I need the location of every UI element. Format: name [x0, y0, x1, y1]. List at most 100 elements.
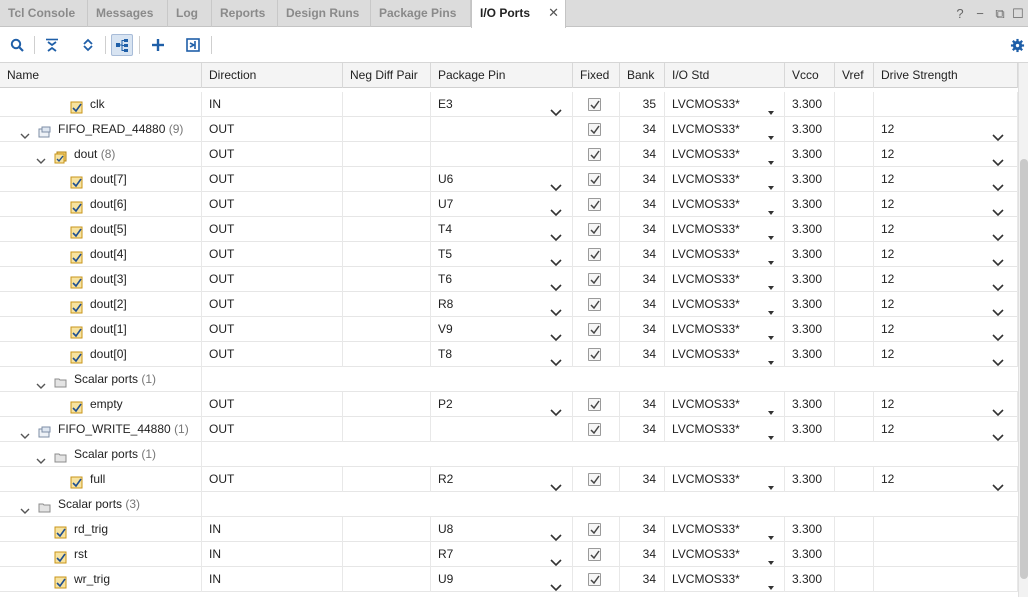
- table-row[interactable]: clk IN E3 35 LVCMOS33* 3.300: [0, 92, 1018, 117]
- name-cell[interactable]: Scalar ports (1): [0, 442, 202, 467]
- io-std-cell[interactable]: LVCMOS33*: [665, 117, 785, 142]
- collapse-all-icon[interactable]: [41, 34, 63, 56]
- drive-strength-cell[interactable]: [874, 92, 1018, 117]
- dropdown-chevron-icon[interactable]: [550, 301, 562, 317]
- dropdown-chevron-icon[interactable]: [992, 251, 1004, 267]
- vcco-cell[interactable]: 3.300: [785, 467, 835, 492]
- bank-cell[interactable]: 34: [620, 517, 665, 542]
- dropdown-chevron-icon[interactable]: [992, 201, 1004, 217]
- bank-cell[interactable]: 34: [620, 242, 665, 267]
- bank-cell[interactable]: 34: [620, 567, 665, 592]
- tab-log[interactable]: Log: [168, 0, 212, 27]
- dropdown-chevron-icon[interactable]: [992, 326, 1004, 342]
- bank-cell[interactable]: 34: [620, 542, 665, 567]
- fixed-cell[interactable]: [573, 292, 620, 317]
- neg-diff-pair-cell[interactable]: [343, 167, 431, 192]
- name-cell[interactable]: dout[7]: [0, 167, 202, 192]
- dropdown-chevron-icon[interactable]: [550, 476, 562, 492]
- table-row[interactable]: dout (8) OUT 34 LVCMOS33* 3.300 12: [0, 142, 1018, 167]
- dropdown-chevron-icon[interactable]: [550, 251, 562, 267]
- vcco-cell[interactable]: 3.300: [785, 567, 835, 592]
- vcco-cell[interactable]: 3.300: [785, 392, 835, 417]
- direction-cell[interactable]: OUT: [202, 317, 343, 342]
- bank-cell[interactable]: 34: [620, 467, 665, 492]
- direction-cell[interactable]: IN: [202, 517, 343, 542]
- drive-strength-cell[interactable]: 12: [874, 167, 1018, 192]
- direction-cell[interactable]: OUT: [202, 217, 343, 242]
- drive-strength-cell[interactable]: 12: [874, 317, 1018, 342]
- vcco-cell[interactable]: 3.300: [785, 117, 835, 142]
- dropdown-chevron-icon[interactable]: [766, 301, 776, 315]
- name-cell[interactable]: rst: [0, 542, 202, 567]
- neg-diff-pair-cell[interactable]: [343, 117, 431, 142]
- table-row[interactable]: rd_trig IN U8 34 LVCMOS33* 3.300: [0, 517, 1018, 542]
- column-header-vref[interactable]: Vref: [835, 63, 874, 88]
- vcco-cell[interactable]: 3.300: [785, 267, 835, 292]
- export-icon[interactable]: [182, 34, 204, 56]
- io-std-cell[interactable]: LVCMOS33*: [665, 467, 785, 492]
- add-icon[interactable]: [147, 34, 169, 56]
- minimize-icon[interactable]: −: [972, 0, 988, 27]
- tab-package-pins[interactable]: Package Pins: [371, 0, 471, 27]
- help-icon[interactable]: ?: [952, 0, 968, 27]
- direction-cell[interactable]: OUT: [202, 417, 343, 442]
- chevron-down-icon[interactable]: [36, 450, 46, 464]
- fixed-cell[interactable]: [573, 317, 620, 342]
- dropdown-chevron-icon[interactable]: [550, 351, 562, 367]
- vref-cell[interactable]: [835, 167, 874, 192]
- fixed-cell[interactable]: [573, 517, 620, 542]
- io-std-cell[interactable]: LVCMOS33*: [665, 517, 785, 542]
- dropdown-chevron-icon[interactable]: [992, 476, 1004, 492]
- neg-diff-pair-cell[interactable]: [343, 317, 431, 342]
- io-std-cell[interactable]: LVCMOS33*: [665, 267, 785, 292]
- column-header-direction[interactable]: Direction: [202, 63, 343, 88]
- vcco-cell[interactable]: 3.300: [785, 417, 835, 442]
- column-header-neg-diff-pair[interactable]: Neg Diff Pair: [343, 63, 431, 88]
- chevron-down-icon[interactable]: [20, 125, 30, 139]
- fixed-checkbox[interactable]: [588, 173, 601, 186]
- bank-cell[interactable]: 34: [620, 317, 665, 342]
- column-header-fixed[interactable]: Fixed: [573, 63, 620, 88]
- dropdown-chevron-icon[interactable]: [766, 226, 776, 240]
- drive-strength-cell[interactable]: 12: [874, 267, 1018, 292]
- fixed-checkbox[interactable]: [588, 273, 601, 286]
- bank-cell[interactable]: 35: [620, 92, 665, 117]
- dropdown-chevron-icon[interactable]: [766, 351, 776, 365]
- table-row[interactable]: full OUT R2 34 LVCMOS33* 3.300 12: [0, 467, 1018, 492]
- dropdown-chevron-icon[interactable]: [766, 176, 776, 190]
- fixed-cell[interactable]: [573, 142, 620, 167]
- tab-i-o-ports[interactable]: I/O Ports ✕: [471, 0, 566, 28]
- dropdown-chevron-icon[interactable]: [550, 276, 562, 292]
- dropdown-chevron-icon[interactable]: [992, 276, 1004, 292]
- fixed-cell[interactable]: [573, 92, 620, 117]
- vcco-cell[interactable]: 3.300: [785, 167, 835, 192]
- name-cell[interactable]: Scalar ports (3): [0, 492, 202, 517]
- io-std-cell[interactable]: LVCMOS33*: [665, 342, 785, 367]
- package-pin-cell[interactable]: [431, 117, 573, 142]
- column-header-bank[interactable]: Bank: [620, 63, 665, 88]
- fixed-cell[interactable]: [573, 542, 620, 567]
- gear-icon[interactable]: [1006, 34, 1028, 56]
- fixed-checkbox[interactable]: [588, 248, 601, 261]
- vcco-cell[interactable]: 3.300: [785, 142, 835, 167]
- restore-icon[interactable]: ⧉: [992, 0, 1008, 27]
- group-row[interactable]: Scalar ports (3): [0, 492, 1018, 517]
- vcco-cell[interactable]: 3.300: [785, 542, 835, 567]
- direction-cell[interactable]: OUT: [202, 117, 343, 142]
- column-header-drive-strength[interactable]: Drive Strength: [874, 63, 1018, 88]
- name-cell[interactable]: dout[1]: [0, 317, 202, 342]
- fixed-checkbox[interactable]: [588, 548, 601, 561]
- drive-strength-cell[interactable]: 12: [874, 342, 1018, 367]
- fixed-checkbox[interactable]: [588, 223, 601, 236]
- dropdown-chevron-icon[interactable]: [992, 301, 1004, 317]
- vref-cell[interactable]: [835, 242, 874, 267]
- table-row[interactable]: FIFO_READ_44880 (9) OUT 34 LVCMOS33* 3.300 12: [0, 117, 1018, 142]
- name-cell[interactable]: FIFO_READ_44880 (9): [0, 117, 202, 142]
- bank-cell[interactable]: 34: [620, 142, 665, 167]
- dropdown-chevron-icon[interactable]: [992, 126, 1004, 142]
- drive-strength-cell[interactable]: 12: [874, 142, 1018, 167]
- dropdown-chevron-icon[interactable]: [766, 476, 776, 490]
- neg-diff-pair-cell[interactable]: [343, 467, 431, 492]
- table-row[interactable]: dout[5] OUT T4 34 LVCMOS33* 3.300 12: [0, 217, 1018, 242]
- chevron-down-icon[interactable]: [36, 150, 46, 164]
